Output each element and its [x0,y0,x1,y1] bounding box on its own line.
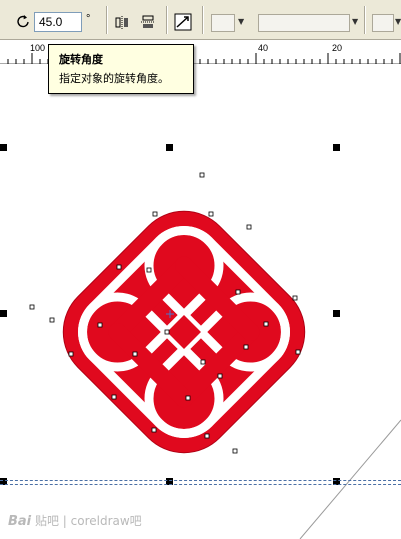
selection-handle[interactable] [333,144,340,151]
tooltip: 旋转角度 指定对象的旋转角度。 [48,44,194,94]
selection-handle[interactable] [0,144,7,151]
chevron-down-icon[interactable]: ▼ [395,17,401,26]
selection-handle[interactable] [166,144,173,151]
mirror-horizontal-icon[interactable] [112,12,132,32]
ruler-label: 100 [30,43,46,53]
toolbar-separator [166,6,168,34]
watermark-brand: Bai [8,514,32,529]
ruler-label: 40 [258,43,269,53]
watermark: Bai 贴吧 | coreldraw吧 [8,512,142,529]
rotation-unit-label: ° [86,13,91,25]
guideline[interactable] [0,484,401,485]
outline-width-dropdown[interactable] [258,14,350,32]
rotation-angle-input[interactable] [34,12,82,32]
drawing-canvas[interactable] [0,64,401,539]
guideline[interactable] [0,480,401,481]
convert-to-curves-icon[interactable] [172,12,194,32]
line-style-dropdown[interactable] [211,14,235,32]
chinese-knot-logo[interactable] [0,64,401,539]
tooltip-title: 旋转角度 [59,53,103,66]
toolbar-separator [364,6,366,34]
chevron-down-icon[interactable]: ▼ [352,17,358,26]
property-bar: ° ▼ ▼ ▼ [0,0,401,40]
mirror-vertical-icon[interactable] [138,12,158,32]
selection-handle[interactable] [333,310,340,317]
tooltip-description: 指定对象的旋转角度。 [59,72,169,85]
selection-handle[interactable] [0,310,7,317]
end-arrow-dropdown[interactable] [372,14,394,32]
toolbar-separator [106,6,108,34]
toolbar-separator [202,6,204,34]
chevron-down-icon[interactable]: ▼ [238,17,244,26]
ruler-label: 20 [332,43,343,53]
watermark-text: 贴吧 | coreldraw吧 [34,514,142,528]
rotate-icon [14,12,32,30]
